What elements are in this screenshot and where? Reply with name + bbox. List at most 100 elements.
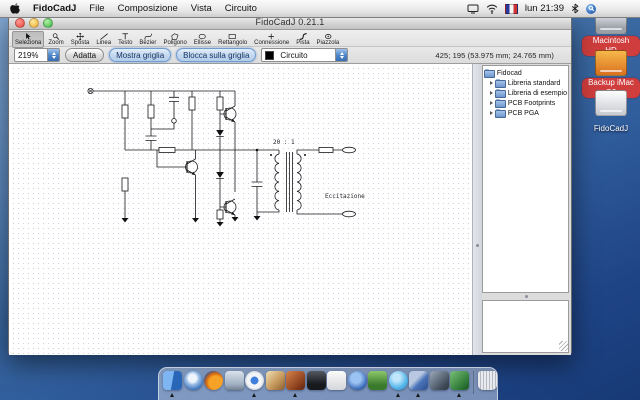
tree-item-pcb-pga[interactable]: PCB PGA [484,108,567,118]
cursor-icon [24,33,32,40]
external-drive-icon [595,50,627,76]
output-terminal [343,147,356,217]
window-resize-grip[interactable] [559,341,569,351]
bluetooth-menu-icon[interactable] [571,3,579,14]
menu-circuito[interactable]: Circuito [225,3,257,14]
snap-grid-toggle[interactable]: Blocca sulla griglia [176,48,256,62]
layer-stepper[interactable] [335,49,347,61]
show-grid-toggle[interactable]: Mostra griglia [109,48,171,62]
layer-combo[interactable]: Circuito [261,48,348,62]
folder-icon [495,80,506,88]
minimize-button[interactable] [29,18,39,28]
dock-icon-skype[interactable] [389,371,408,390]
desktop: FidoCadJ File Composizione Vista Circuit… [0,0,640,400]
dock-separator [473,371,474,394]
menu-clock[interactable]: lun 21:39 [525,3,564,14]
zoom-level-combo[interactable]: 219% [14,48,60,62]
dock-icon-system-box[interactable] [327,371,346,390]
dock [158,367,498,400]
dock-icon-xcode[interactable] [409,371,428,390]
desktop-icon-fidocadj[interactable]: FidoCadJ [582,90,640,136]
close-button[interactable] [15,18,25,28]
menu-app[interactable]: FidoCadJ [33,3,76,14]
library-sidebar: Fidocad Libreria standard Libreria di es… [482,64,571,355]
dock-icon-finder[interactable] [163,371,182,390]
vertical-splitter[interactable] [473,64,482,355]
tool-piazzola[interactable]: Piazzola [314,31,343,48]
tool-poligono[interactable]: Poligono [160,31,189,48]
junction-circle [172,119,177,124]
transistor-q2 [224,199,236,215]
dock-icon-firefox[interactable] [204,371,223,390]
dock-icon-preview[interactable] [225,371,244,390]
spotlight-icon[interactable] [586,4,596,14]
tool-rettangolo[interactable]: Rettangolo [215,31,250,48]
dock-icon-safari[interactable] [184,371,203,390]
displays-menu-icon[interactable] [467,4,479,14]
tool-bezier[interactable]: Bézier [136,31,159,48]
drawing-canvas[interactable]: 20 : 1 Eccitazione [9,64,473,355]
dock-icon-grab[interactable] [430,371,449,390]
folder-icon [495,110,506,118]
apple-menu-icon[interactable] [10,3,20,14]
move-icon [76,33,84,40]
tool-sposta[interactable]: Sposta [68,31,93,48]
dock-icon-cards[interactable] [450,371,469,390]
line-icon [100,33,108,40]
tools-toolbar: Seleziona Zoom Sposta Linea Testo Bézier [9,30,571,47]
ellipse-icon [198,33,206,40]
transformer [270,152,306,212]
dock-icon-garageband[interactable] [286,371,305,390]
tool-seleziona[interactable]: Seleziona [12,31,44,48]
capacitor [146,97,263,186]
folder-icon [495,90,506,98]
tool-ellisse[interactable]: Ellisse [191,31,214,48]
dock-icon-dvd-player[interactable] [307,371,326,390]
disclosure-triangle-icon[interactable] [490,101,493,105]
tree-root[interactable]: Fidocad [484,68,567,78]
disclosure-triangle-icon[interactable] [490,91,493,95]
tree-item-libreria-standard[interactable]: Libreria standard [484,78,567,88]
disclosure-triangle-icon[interactable] [490,111,493,115]
connection-icon [267,33,275,40]
folder-icon [495,100,506,108]
fit-button[interactable]: Adatta [65,48,104,62]
menu-bar: FidoCadJ File Composizione Vista Circuit… [0,0,640,18]
input-terminal [88,88,93,93]
bezier-curve-icon [144,33,152,40]
window-title: FidoCadJ 0.21.1 [255,17,324,27]
keyboard-layout-flag-icon[interactable] [505,4,518,14]
tool-zoom[interactable]: Zoom [45,31,66,48]
menu-composizione[interactable]: Composizione [118,3,178,14]
horizontal-splitter[interactable] [482,293,569,300]
zoom-stepper[interactable] [47,49,59,61]
tree-item-libreria-di-esempio[interactable]: Libreria di esempio [484,88,567,98]
transformer-ratio-label: 20 : 1 [273,139,295,146]
dock-icon-itunes[interactable] [245,371,264,390]
magnifier-icon [52,33,60,40]
tool-pista[interactable]: Pista [293,31,312,48]
transistor-q1 [186,159,198,175]
polygon-icon [171,33,179,40]
tool-connessione[interactable]: Connessione [251,31,292,48]
dock-icon-trash[interactable] [478,371,497,390]
dock-icon-iphoto[interactable] [266,371,285,390]
layer-name: Circuito [277,51,335,60]
junction-dot [256,149,259,152]
disk-image-icon [595,90,627,116]
library-tree[interactable]: Fidocad Libreria standard Libreria di es… [482,65,569,293]
tool-linea[interactable]: Linea [93,31,114,48]
tool-testo[interactable]: Testo [115,31,135,48]
text-icon [121,33,129,40]
wifi-menu-icon[interactable] [486,4,498,14]
cursor-coordinates: 425; 195 (53.975 mm; 24.765 mm) [435,51,566,60]
pad-icon [324,33,332,40]
menu-vista[interactable]: Vista [191,3,212,14]
disclosure-triangle-icon[interactable] [490,81,493,85]
dock-icon-quicktime[interactable] [348,371,367,390]
tree-item-pcb-footprints[interactable]: PCB Footprints [484,98,567,108]
zoom-window-button[interactable] [43,18,53,28]
dock-icon-game[interactable] [368,371,387,390]
ground-symbol [122,216,261,227]
menu-file[interactable]: File [89,3,104,14]
